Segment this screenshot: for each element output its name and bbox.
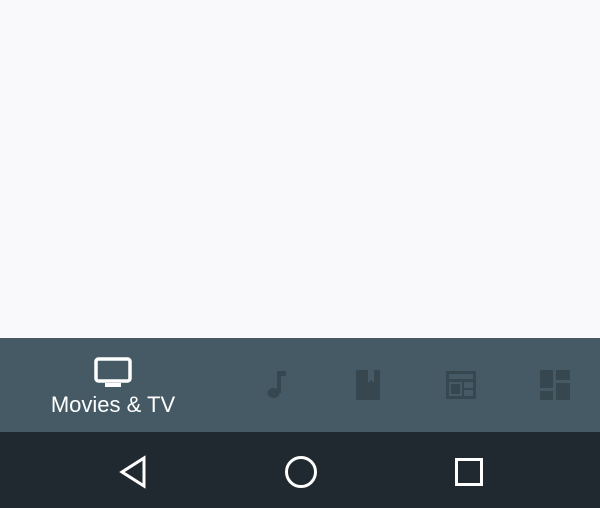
tab-books[interactable] [338,338,398,432]
recents-square-icon [455,458,483,486]
tab-newsstand[interactable] [431,338,491,432]
back-triangle-icon [119,455,146,489]
tab-movies-tv-label: Movies & TV [50,392,176,417]
book-icon [356,370,380,400]
tv-icon [94,357,132,387]
music-note-icon [267,371,286,398]
tab-movies-tv[interactable]: Movies & TV [30,338,196,432]
app-screen: Movies & TV [0,0,600,508]
system-navigation-bar [0,432,600,508]
content-area [0,0,600,338]
dashboard-icon [540,370,570,400]
home-circle-icon [285,456,317,488]
back-button[interactable] [113,452,153,492]
newsstand-icon [446,371,476,399]
recents-button[interactable] [449,452,489,492]
bottom-navigation-bar: Movies & TV [0,338,600,432]
tab-dashboard[interactable] [525,338,585,432]
home-button[interactable] [281,452,321,492]
tab-music[interactable] [245,338,305,432]
